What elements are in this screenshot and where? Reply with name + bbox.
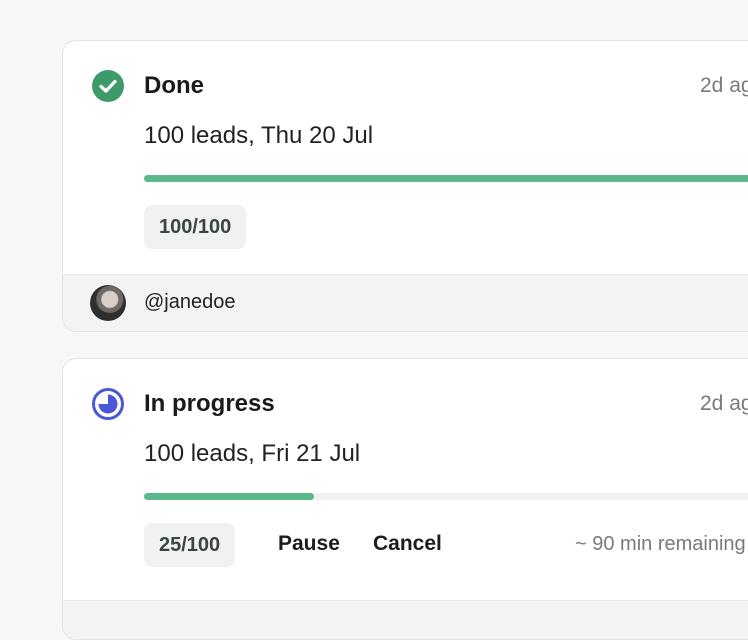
- username[interactable]: @janedoe: [144, 291, 235, 314]
- task-description: 100 leads, Fri 21 Jul: [144, 440, 361, 467]
- progress-bar: [144, 175, 748, 182]
- time-ago: 2d ago: [700, 74, 748, 97]
- check-circle-icon: [91, 69, 125, 103]
- avatar[interactable]: [90, 285, 126, 321]
- status-title: Done: [144, 72, 204, 99]
- time-ago: 2d ago: [700, 392, 748, 415]
- time-remaining: ~ 90 min remaining: [575, 533, 746, 555]
- task-card-done: Done 2d ago 100 leads, Thu 20 Jul 100/10…: [62, 40, 748, 332]
- card-footer: @janedoe: [63, 274, 748, 331]
- clock-progress-icon: [91, 387, 125, 421]
- progress-fill: [144, 175, 748, 182]
- card-footer: [63, 600, 748, 639]
- progress-fill: [144, 493, 314, 500]
- task-description: 100 leads, Thu 20 Jul: [144, 122, 374, 149]
- count-badge: 25/100: [144, 523, 236, 567]
- task-card-in-progress: In progress 2d ago 100 leads, Fri 21 Jul…: [62, 358, 748, 640]
- pause-button[interactable]: Pause: [278, 532, 340, 556]
- count-badge: 100/100: [144, 205, 247, 249]
- cancel-button[interactable]: Cancel: [373, 532, 442, 556]
- progress-bar: [144, 493, 748, 500]
- status-title: In progress: [144, 390, 275, 417]
